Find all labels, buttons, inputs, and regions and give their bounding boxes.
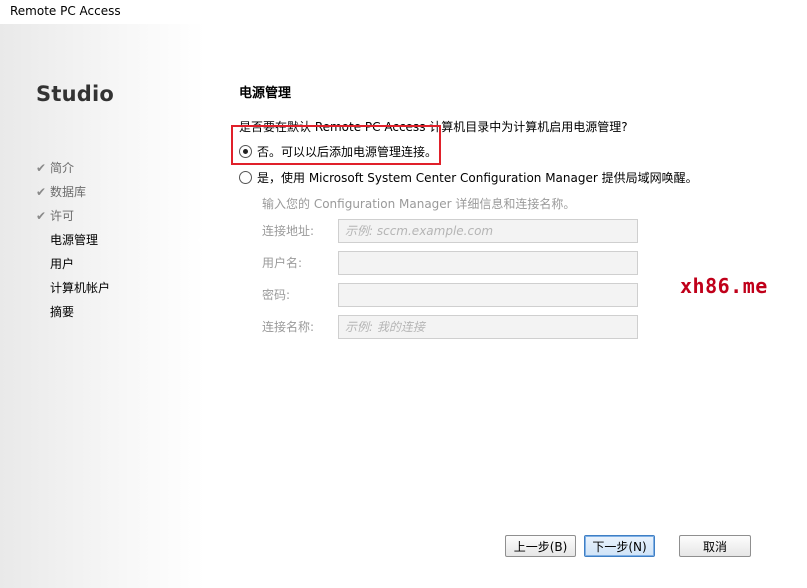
check-icon: ✔ bbox=[36, 161, 47, 175]
step-machine-accounts: 计算机帐户 bbox=[36, 278, 110, 302]
step-summary: 摘要 bbox=[36, 302, 110, 326]
step-label: 数据库 bbox=[50, 185, 87, 199]
step-power-management: 电源管理 bbox=[36, 230, 110, 254]
watermark: xh86.me bbox=[680, 274, 768, 298]
step-users: 用户 bbox=[36, 254, 110, 278]
password-input[interactable] bbox=[338, 283, 638, 307]
wizard-window: Remote PC Access Studio ✔ 简介 ✔ 数据库 ✔ 许可 … bbox=[0, 0, 793, 588]
step-label: 简介 bbox=[50, 161, 75, 175]
step-label: 用户 bbox=[50, 257, 75, 271]
password-label: 密码: bbox=[262, 288, 291, 302]
check-icon: ✔ bbox=[36, 185, 47, 199]
back-button[interactable]: 上一步(B) bbox=[505, 535, 576, 557]
next-button[interactable]: 下一步(N) bbox=[584, 535, 655, 557]
step-intro: ✔ 简介 bbox=[36, 158, 110, 182]
step-database: ✔ 数据库 bbox=[36, 182, 110, 206]
wizard-steps: ✔ 简介 ✔ 数据库 ✔ 许可 电源管理 用户 计算机帐户 摘要 bbox=[36, 158, 110, 326]
connection-name-input[interactable] bbox=[338, 315, 638, 339]
connection-name-label: 连接名称: bbox=[262, 320, 315, 334]
username-label: 用户名: bbox=[262, 256, 303, 270]
username-input[interactable] bbox=[338, 251, 638, 275]
step-licensing: ✔ 许可 bbox=[36, 206, 110, 230]
studio-brand: Studio bbox=[36, 82, 114, 106]
check-icon: ✔ bbox=[36, 209, 47, 223]
cancel-button[interactable]: 取消 bbox=[679, 535, 751, 557]
step-label: 摘要 bbox=[50, 305, 75, 319]
highlight-annotation-box bbox=[231, 125, 441, 165]
step-label: 计算机帐户 bbox=[50, 281, 111, 295]
sidebar: Studio ✔ 简介 ✔ 数据库 ✔ 许可 电源管理 用户 计算机帐户 摘要 bbox=[0, 24, 205, 588]
option-yes[interactable]: 是，使用 Microsoft System Center Configurati… bbox=[239, 169, 698, 186]
title-bar: Remote PC Access bbox=[0, 0, 793, 24]
window-title: Remote PC Access bbox=[10, 4, 121, 18]
option-yes-label[interactable]: 是，使用 Microsoft System Center Configurati… bbox=[257, 169, 698, 186]
step-label: 许可 bbox=[50, 209, 75, 223]
step-label: 电源管理 bbox=[50, 233, 99, 247]
radio-yes[interactable] bbox=[239, 171, 252, 184]
page-title: 电源管理 bbox=[239, 86, 292, 101]
main-panel: 电源管理 是否要在默认 Remote PC Access 计算机目录中为计算机启… bbox=[205, 24, 793, 588]
address-input[interactable] bbox=[338, 219, 638, 243]
address-label: 连接地址: bbox=[262, 224, 315, 238]
config-manager-hint: 输入您的 Configuration Manager 详细信息和连接名称。 bbox=[262, 197, 576, 211]
